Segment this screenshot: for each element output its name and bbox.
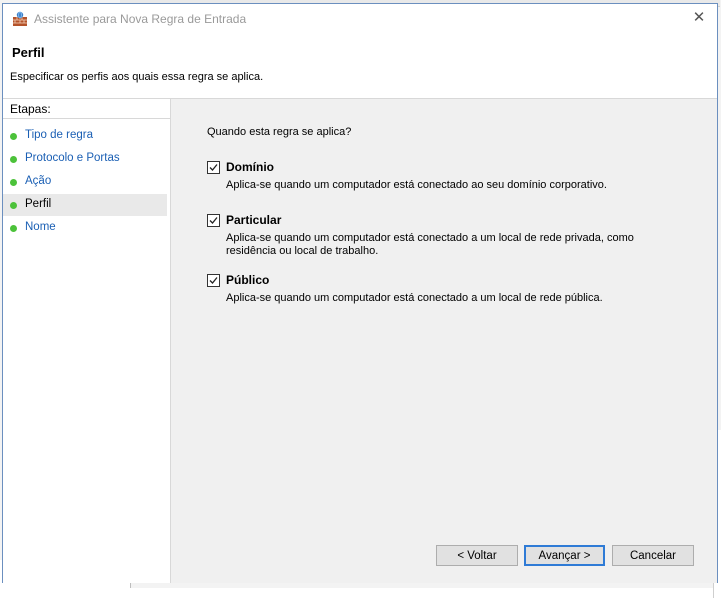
step-acao[interactable]: Ação <box>3 171 167 193</box>
green-dot-icon <box>10 156 17 163</box>
title-bar[interactable]: Assistente para Nova Regra de Entrada ✕ <box>3 4 717 34</box>
step-protocolo-e-portas[interactable]: Protocolo e Portas <box>3 148 167 170</box>
step-label: Perfil <box>25 198 52 210</box>
firewall-wall-icon <box>12 11 28 27</box>
green-dot-icon <box>10 202 17 209</box>
page-title: Perfil <box>12 45 45 60</box>
close-icon[interactable]: ✕ <box>691 10 707 26</box>
dominio-description: Aplica-se quando um computador está cone… <box>226 179 607 191</box>
step-label: Protocolo e Portas <box>25 152 120 164</box>
particular-description: Aplica-se quando um computador está cone… <box>226 232 634 257</box>
content-panel: Quando esta regra se aplica? Domínio Apl… <box>171 99 717 583</box>
particular-label[interactable]: Particular <box>226 213 281 227</box>
dominio-label[interactable]: Domínio <box>226 160 274 174</box>
dominio-checkbox[interactable] <box>207 161 220 174</box>
new-inbound-rule-wizard: Assistente para Nova Regra de Entrada ✕ … <box>2 3 718 583</box>
step-nome[interactable]: Nome <box>3 217 167 239</box>
checkmark-icon <box>209 164 218 171</box>
green-dot-icon <box>10 133 17 140</box>
step-perfil[interactable]: Perfil <box>3 194 167 216</box>
checkmark-icon <box>209 277 218 284</box>
publico-description: Aplica-se quando um computador está cone… <box>226 292 603 304</box>
page-subtitle: Especificar os perfis aos quais essa reg… <box>10 71 264 83</box>
next-button[interactable]: Avançar > <box>524 545 605 566</box>
steps-title: Etapas: <box>3 99 170 119</box>
steps-panel: Etapas: Tipo de regra Protocolo e Portas… <box>3 99 171 583</box>
particular-checkbox[interactable] <box>207 214 220 227</box>
question-label: Quando esta regra se aplica? <box>207 126 352 138</box>
step-label: Nome <box>25 221 56 233</box>
cancel-button[interactable]: Cancelar <box>612 545 694 566</box>
page-header: Perfil Especificar os perfis aos quais e… <box>3 34 717 99</box>
checkmark-icon <box>209 217 218 224</box>
publico-label[interactable]: Público <box>226 273 269 287</box>
step-tipo-de-regra[interactable]: Tipo de regra <box>3 125 167 147</box>
step-label: Ação <box>25 175 52 187</box>
back-button[interactable]: < Voltar <box>436 545 518 566</box>
green-dot-icon <box>10 179 17 186</box>
green-dot-icon <box>10 225 17 232</box>
step-label: Tipo de regra <box>25 129 93 141</box>
window-title: Assistente para Nova Regra de Entrada <box>34 12 247 26</box>
publico-checkbox[interactable] <box>207 274 220 287</box>
